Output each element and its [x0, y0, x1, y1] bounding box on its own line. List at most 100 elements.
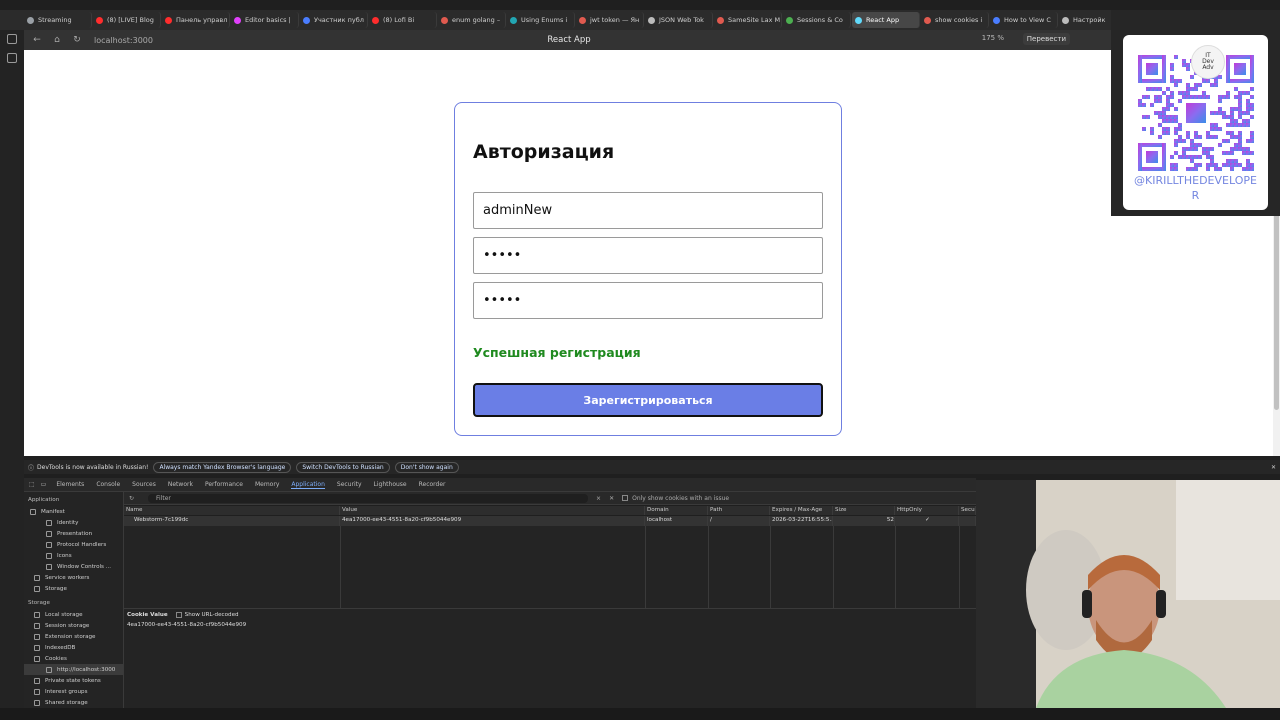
sidebar-item[interactable]: Extension storage: [24, 631, 123, 642]
match-language-button[interactable]: Always match Yandex Browser's language: [153, 461, 292, 473]
sidebar-item[interactable]: Storage: [24, 583, 123, 594]
username-input[interactable]: [473, 192, 823, 229]
browser-tab[interactable]: Streaming: [24, 12, 92, 28]
sidebar-item-label: Service workers: [45, 574, 90, 581]
column-header[interactable]: Domain: [645, 506, 708, 515]
file-icon: [46, 563, 52, 570]
cookies-table-header: Name Value Domain Path Expires / Max-Age Size…: [124, 506, 976, 515]
password-input[interactable]: [473, 237, 823, 274]
sidebar-item-label: http://localhost:3000: [57, 666, 116, 673]
devtools-tab-elements[interactable]: Elements: [56, 481, 84, 488]
column-divider: [340, 526, 341, 608]
sidebar-item[interactable]: IndexedDB: [24, 642, 123, 653]
tab-label: Панель управл: [176, 16, 228, 24]
tab-label: JSON Web Tok: [659, 16, 704, 24]
browser-tab[interactable]: show cookies i: [921, 12, 989, 28]
sidebar-item[interactable]: Window Controls ...: [24, 561, 123, 572]
devtools-tab-performance[interactable]: Performance: [205, 481, 243, 488]
browser-tab[interactable]: SameSite Lax M: [714, 12, 782, 28]
browser-tab[interactable]: JSON Web Tok: [645, 12, 713, 28]
cookies-toolbar: ↻ Filter ⨯ ✕ Only show cookies with an i…: [124, 492, 976, 505]
register-button[interactable]: Зарегистрироваться: [473, 383, 823, 417]
devtools-tab-lighthouse[interactable]: Lighthouse: [374, 481, 407, 488]
sidebar-item[interactable]: Icons: [24, 550, 123, 561]
url-field[interactable]: localhost:3000: [94, 36, 153, 45]
table-cell: /: [708, 516, 770, 526]
file-icon: [34, 585, 40, 592]
password-confirm-input[interactable]: [473, 282, 823, 319]
sidebar-item[interactable]: Service workers: [24, 572, 123, 583]
close-icon[interactable]: ✕: [1271, 464, 1276, 471]
reload-icon[interactable]: ↻: [70, 35, 84, 45]
notes-icon[interactable]: [7, 53, 17, 63]
only-issue-label: Only show cookies with an issue: [632, 494, 730, 502]
sidebar-item[interactable]: http://localhost:3000: [24, 664, 123, 675]
column-header[interactable]: Secur: [959, 506, 976, 515]
browser-tab[interactable]: (8) Lofi Bi: [369, 12, 437, 28]
downloads-icon[interactable]: [7, 34, 17, 44]
clear-filtered-icon[interactable]: ⨯: [596, 495, 601, 502]
filter-input[interactable]: Filter: [148, 493, 589, 503]
translate-button[interactable]: Перевести: [1022, 33, 1070, 45]
favicon-icon: [441, 16, 448, 24]
home-icon[interactable]: ⌂: [50, 35, 64, 45]
switch-russian-button[interactable]: Switch DevTools to Russian: [296, 461, 390, 473]
browser-tab[interactable]: Using Enums i: [507, 12, 575, 28]
browser-tab[interactable]: jwt token — Ян: [576, 12, 644, 28]
delete-icon[interactable]: ✕: [609, 495, 614, 502]
form-title: Авторизация: [473, 141, 615, 163]
table-row[interactable]: Webstorm-7c199dc 4ea17000-ee43-4551-8a20-…: [124, 516, 976, 526]
sidebar-item[interactable]: Cookies: [24, 653, 123, 664]
browser-tab[interactable]: (8) [LIVE] Blog: [93, 12, 161, 28]
success-message: Успешная регистрация: [473, 345, 641, 360]
devtools-tab-application[interactable]: Application: [291, 481, 325, 489]
browser-tab[interactable]: enum golang –: [438, 12, 506, 28]
browser-tab[interactable]: How to View C: [990, 12, 1058, 28]
column-header[interactable]: Size: [833, 506, 895, 515]
column-header[interactable]: Path: [708, 506, 770, 515]
browser-tab[interactable]: React App: [852, 12, 920, 28]
favicon-icon: [579, 16, 586, 24]
devtools-tab-console[interactable]: Console: [96, 481, 120, 488]
favicon-icon: [855, 16, 862, 24]
webcam-image: [976, 480, 1280, 708]
column-divider: [708, 526, 709, 608]
column-header[interactable]: Expires / Max-Age: [770, 506, 833, 515]
storage-icon: [34, 644, 40, 651]
sidebar-item[interactable]: Identity: [24, 517, 123, 528]
devtools-tab-sources[interactable]: Sources: [132, 481, 156, 488]
back-icon[interactable]: ←: [30, 35, 44, 45]
cookie-value-text: 4ea17000-ee43-4551-8a20-cf9b5044e909: [127, 622, 247, 628]
dont-show-button[interactable]: Don't show again: [394, 461, 459, 473]
refresh-icon[interactable]: ↻: [129, 495, 134, 502]
zoom-level[interactable]: 175 %: [982, 34, 1004, 42]
storage-icon: [46, 666, 52, 673]
file-icon: [46, 530, 52, 537]
devtools-tab-network[interactable]: Network: [168, 481, 193, 488]
sidebar-item[interactable]: Session storage: [24, 620, 123, 631]
devtools-tab-security[interactable]: Security: [337, 481, 362, 488]
inspect-icon[interactable]: ⬚: [29, 481, 35, 488]
sidebar-item[interactable]: Local storage: [24, 609, 123, 620]
devtools-tab-memory[interactable]: Memory: [255, 481, 279, 488]
column-header[interactable]: HttpOnly: [895, 506, 959, 515]
devtools-tab-recorder[interactable]: Recorder: [419, 481, 446, 488]
sidebar-item[interactable]: Interest groups: [24, 686, 123, 697]
sidebar-item[interactable]: Shared storage: [24, 697, 123, 708]
column-header[interactable]: Value: [340, 506, 645, 515]
browser-tab[interactable]: Участник публ: [300, 12, 368, 28]
favicon-icon: [27, 16, 34, 24]
url-decoded-checkbox[interactable]: [175, 612, 182, 618]
storage-icon: [34, 611, 40, 618]
sidebar-item[interactable]: Private state tokens: [24, 675, 123, 686]
sidebar-item[interactable]: Presentation: [24, 528, 123, 539]
device-icon[interactable]: ▭: [41, 481, 47, 488]
url-decoded-label: Show URL-decoded: [184, 612, 239, 618]
sidebar-item[interactable]: Manifest: [24, 506, 123, 517]
browser-tab[interactable]: Панель управл: [162, 12, 230, 28]
browser-tab[interactable]: Editor basics |: [231, 12, 299, 28]
sidebar-item[interactable]: Protocol Handlers: [24, 539, 123, 550]
browser-tab[interactable]: Sessions & Co: [783, 12, 851, 28]
column-header[interactable]: Name: [124, 506, 340, 515]
only-issue-checkbox[interactable]: [622, 495, 629, 501]
